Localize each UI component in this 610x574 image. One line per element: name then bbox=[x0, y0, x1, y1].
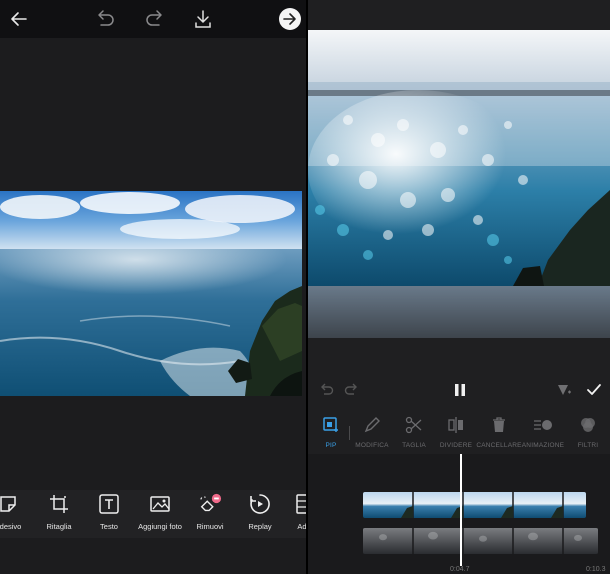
video-preview[interactable] bbox=[308, 30, 610, 338]
tab-filtri[interactable]: FILTRI bbox=[565, 414, 610, 449]
back-arrow-icon bbox=[11, 12, 27, 26]
tab-label: ANIMAZIONE bbox=[521, 442, 565, 449]
pencil-icon bbox=[364, 417, 380, 433]
tool-label: Ritaglia bbox=[46, 522, 72, 531]
tab-label: CANCELLARE bbox=[476, 442, 522, 449]
eraser-icon bbox=[200, 493, 222, 512]
video-edit-tabs: PIP MODIFICA TAGLIA DIVIDERE CANCELLARE … bbox=[308, 410, 610, 454]
replay-icon bbox=[250, 494, 270, 514]
photo-editor-bottom-area bbox=[0, 538, 306, 574]
tool-label: Adesivo bbox=[0, 522, 22, 531]
photo-editor-pane: Adesivo Ritaglia Testo Aggiungi foto Rim… bbox=[0, 0, 306, 574]
filter-icon bbox=[581, 418, 595, 432]
redo-icon bbox=[344, 383, 357, 395]
photo-tool-bar: Adesivo Ritaglia Testo Aggiungi foto Rim… bbox=[0, 490, 306, 538]
pip-video-track[interactable] bbox=[363, 528, 598, 554]
sticker-icon bbox=[0, 496, 16, 512]
download-button[interactable] bbox=[190, 6, 216, 32]
tool-label: Aggiungi foto bbox=[138, 522, 182, 531]
tool-ad[interactable]: Ad bbox=[274, 492, 306, 531]
pip-track-thumbnails bbox=[363, 528, 598, 554]
photo-editor-top-bar bbox=[0, 0, 306, 38]
tool-label: Replay bbox=[248, 522, 272, 531]
animation-icon bbox=[534, 420, 552, 430]
end-time: 0:10.3 bbox=[586, 566, 606, 573]
add-photo-icon bbox=[150, 496, 170, 512]
keyframe-icon bbox=[558, 385, 571, 395]
tool-label: Testo bbox=[100, 522, 118, 531]
tool-rimuovi[interactable]: Rimuovi bbox=[182, 492, 238, 531]
pip-icon bbox=[323, 417, 338, 432]
split-icon bbox=[448, 417, 463, 433]
tab-taglia[interactable]: TAGLIA bbox=[391, 414, 437, 449]
scissors-icon bbox=[405, 416, 422, 434]
pause-icon bbox=[455, 384, 465, 396]
tab-pip[interactable]: PIP bbox=[308, 414, 354, 449]
next-arrow-icon bbox=[279, 8, 301, 30]
video-redo-button[interactable] bbox=[340, 378, 364, 402]
video-track-thumbnails bbox=[363, 492, 586, 518]
crop-icon bbox=[50, 495, 68, 513]
keyframe-button[interactable] bbox=[552, 378, 576, 402]
tool-label: Ad bbox=[297, 522, 306, 531]
tab-modifica[interactable]: MODIFICA bbox=[349, 414, 395, 449]
video-editor-pane: PIP MODIFICA TAGLIA DIVIDERE CANCELLARE … bbox=[308, 0, 610, 574]
current-time: 0:04.7 bbox=[450, 566, 470, 573]
photo-canvas bbox=[0, 38, 306, 490]
timeline[interactable]: 0:04.7 0:10.3 bbox=[308, 454, 610, 574]
pause-button[interactable] bbox=[448, 378, 472, 402]
next-button[interactable] bbox=[276, 5, 304, 33]
tool-aggiungi-foto[interactable]: Aggiungi foto bbox=[132, 492, 188, 531]
sea-coast-photo[interactable] bbox=[0, 191, 302, 396]
back-button[interactable] bbox=[6, 6, 32, 32]
tab-label: MODIFICA bbox=[355, 442, 389, 449]
check-icon bbox=[587, 384, 601, 395]
tab-label: DIVIDERE bbox=[439, 442, 473, 449]
trash-icon bbox=[493, 417, 505, 432]
tab-label: TAGLIA bbox=[402, 442, 426, 449]
tab-label: FILTRI bbox=[577, 442, 599, 449]
tool-testo[interactable]: Testo bbox=[81, 492, 137, 531]
undo-icon bbox=[321, 383, 334, 395]
playback-controls bbox=[308, 370, 610, 410]
text-icon bbox=[99, 494, 119, 514]
redo-icon bbox=[146, 10, 162, 26]
tab-cancellare[interactable]: CANCELLARE bbox=[476, 414, 522, 449]
tool-ritaglia[interactable]: Ritaglia bbox=[31, 492, 87, 531]
download-icon bbox=[195, 10, 211, 28]
main-video-track[interactable] bbox=[363, 492, 586, 518]
tab-animazione[interactable]: ANIMAZIONE bbox=[520, 414, 566, 449]
video-undo-button[interactable] bbox=[314, 378, 338, 402]
playhead[interactable] bbox=[460, 454, 462, 566]
undo-button[interactable] bbox=[92, 6, 118, 32]
tool-label: Rimuovi bbox=[196, 522, 224, 531]
adjust-icon bbox=[296, 494, 306, 514]
undo-icon bbox=[98, 10, 114, 26]
tab-label: PIP bbox=[325, 442, 337, 449]
redo-button[interactable] bbox=[142, 6, 168, 32]
tab-dividere[interactable]: DIVIDERE bbox=[433, 414, 479, 449]
confirm-button[interactable] bbox=[582, 378, 606, 402]
